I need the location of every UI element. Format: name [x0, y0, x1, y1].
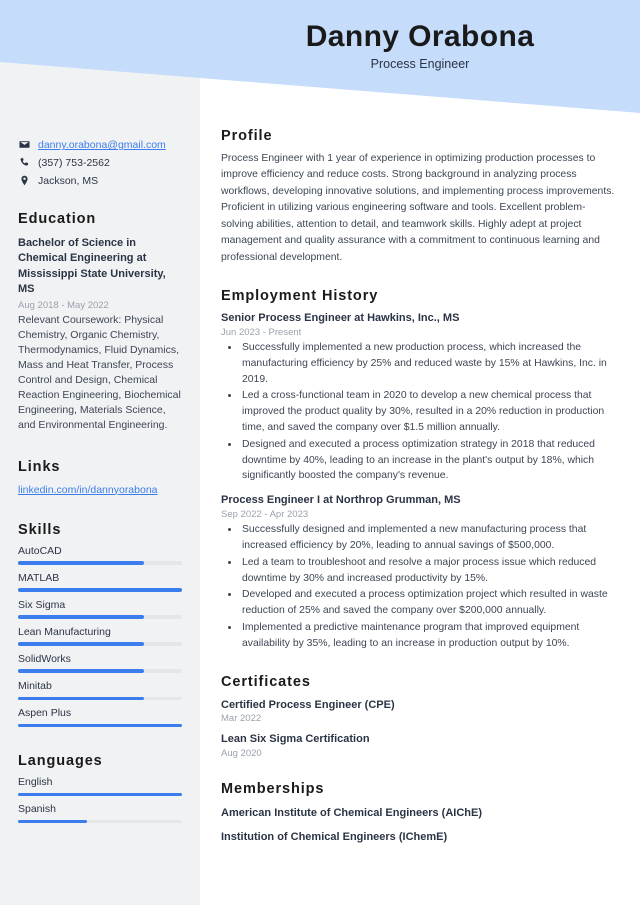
section-languages: Languages English Spanish — [18, 753, 182, 824]
language-level-fill — [18, 792, 182, 797]
skill-label: AutoCAD — [18, 544, 62, 557]
section-links: Links linkedin.com/in/dannyorabona — [18, 459, 182, 496]
membership-name: American Institute of Chemical Engineers… — [221, 807, 482, 820]
skill-level-fill — [18, 561, 145, 565]
certificate-name: Certified Process Engineer (CPE) — [221, 698, 395, 711]
employment-bullet: Implemented a predictive maintenance pro… — [240, 620, 616, 652]
certificate-entry: Certified Process Engineer (CPE) Mar 2022 — [221, 698, 616, 725]
skill-level-fill — [18, 696, 145, 701]
memberships-list: American Institute of Chemical Engineers… — [221, 806, 616, 845]
contact-phone-row: (357) 753-2562 — [18, 156, 182, 170]
section-certificates: Certificates Certified Process Engineer … — [221, 674, 616, 760]
language-level-bar — [18, 792, 182, 797]
sidebar: danny.orabona@gmail.com (357) 753-2562 J… — [0, 0, 200, 905]
skill-level-fill — [18, 669, 145, 673]
certificate-date: Mar 2022 — [221, 713, 262, 725]
employment-bullet: Designed and executed a process optimiza… — [240, 437, 616, 484]
skill-level-fill — [18, 642, 145, 646]
skill-label: SolidWorks — [18, 652, 71, 665]
skills-heading: Skills — [18, 521, 62, 538]
certificate-date: Aug 2020 — [221, 748, 262, 760]
links-heading: Links — [18, 458, 61, 475]
languages-heading: Languages — [18, 753, 103, 770]
contact-list: danny.orabona@gmail.com (357) 753-2562 J… — [18, 0, 182, 189]
employment-entry: Senior Process Engineer at Hawkins, Inc.… — [221, 311, 616, 484]
contact-phone-text: (357) 753-2562 — [38, 157, 110, 170]
employment-bullet: Successfully designed and implemented a … — [240, 522, 616, 554]
contact-email-link[interactable]: danny.orabona@gmail.com — [38, 138, 166, 152]
language-label: English — [18, 776, 53, 789]
certificate-entry: Lean Six Sigma Certification Aug 2020 — [221, 732, 616, 759]
employment-list: Senior Process Engineer at Hawkins, Inc.… — [221, 311, 616, 652]
employment-entry: Process Engineer I at Northrop Grumman, … — [221, 493, 616, 651]
skills-list: AutoCAD MATLAB Six Sigma Lean Manufacturing… — [18, 545, 182, 728]
employment-bullet: Led a team to troubleshoot and resolve a… — [240, 555, 616, 587]
employment-dates: Jun 2023 - Present — [221, 326, 302, 338]
contact-email-row: danny.orabona@gmail.com — [18, 138, 182, 152]
skill-level-bar — [18, 588, 182, 592]
employment-bullet-list: Successfully implemented a new productio… — [221, 340, 616, 484]
skill-level-fill — [18, 588, 182, 592]
skill-item: AutoCAD — [18, 545, 182, 565]
employment-dates: Sep 2022 - Apr 2023 — [221, 509, 309, 521]
skill-level-bar — [18, 561, 182, 565]
resume-page: Danny Orabona Process Engineer danny.ora… — [0, 0, 640, 905]
certificates-list: Certified Process Engineer (CPE) Mar 2022… — [221, 698, 616, 760]
employment-bullet: Developed and executed a process optimiz… — [240, 587, 616, 619]
language-level-bar — [18, 819, 182, 824]
skill-level-bar — [18, 669, 182, 673]
skill-level-bar — [18, 696, 182, 701]
skill-item: SolidWorks — [18, 653, 182, 673]
certificate-name: Lean Six Sigma Certification — [221, 733, 370, 746]
education-degree: Bachelor of Science in Chemical Engineer… — [18, 236, 166, 296]
language-item: Spanish — [18, 803, 182, 824]
membership-name: Institution of Chemical Engineers (IChem… — [221, 831, 448, 844]
skill-item: Aspen Plus — [18, 707, 182, 728]
skill-level-bar — [18, 642, 182, 646]
skill-label: Minitab — [18, 679, 52, 692]
employment-job-title: Process Engineer I at Northrop Grumman, … — [221, 494, 461, 507]
education-dates: Aug 2018 - May 2022 — [18, 299, 109, 311]
skill-label: Six Sigma — [18, 598, 66, 611]
employment-bullet: Led a cross-functional team in 2020 to d… — [240, 388, 616, 435]
phone-icon — [18, 156, 31, 168]
skill-level-fill — [18, 615, 145, 619]
skill-item: MATLAB — [18, 572, 182, 592]
skill-label: MATLAB — [18, 571, 60, 584]
link-item: linkedin.com/in/dannyorabona — [18, 484, 182, 496]
section-employment: Employment History Senior Process Engine… — [221, 288, 616, 652]
language-item: English — [18, 776, 182, 797]
employment-bullet-list: Successfully designed and implemented a … — [221, 522, 616, 652]
skill-item: Minitab — [18, 679, 182, 701]
language-label: Spanish — [18, 803, 56, 816]
contact-location-row: Jackson, MS — [18, 174, 182, 188]
education-heading: Education — [18, 210, 97, 227]
employment-job-title: Senior Process Engineer at Hawkins, Inc.… — [221, 312, 460, 325]
skill-label: Aspen Plus — [18, 707, 72, 720]
languages-list: English Spanish — [18, 776, 182, 824]
section-skills: Skills AutoCAD MATLAB Six Sigma Lean Manufa… — [18, 522, 182, 728]
skill-label: Lean Manufacturing — [18, 625, 111, 638]
skill-item: Six Sigma — [18, 599, 182, 619]
section-profile: Profile Process Engineer with 1 year of … — [221, 128, 616, 266]
profile-heading: Profile — [221, 128, 273, 144]
section-education: Education Bachelor of Science in Chemica… — [18, 211, 182, 433]
section-memberships: Memberships American Institute of Chemic… — [221, 781, 616, 845]
skill-level-fill — [18, 723, 182, 728]
skill-level-bar — [18, 615, 182, 619]
education-description: Relevant Coursework: Physical Chemistry,… — [18, 314, 181, 431]
employment-heading: Employment History — [221, 288, 379, 305]
employment-bullet: Successfully implemented a new productio… — [240, 340, 616, 387]
skill-item: Lean Manufacturing — [18, 626, 182, 646]
certificates-heading: Certificates — [221, 673, 311, 690]
profile-text: Process Engineer with 1 year of experien… — [221, 153, 615, 263]
main-content: Profile Process Engineer with 1 year of … — [200, 0, 640, 905]
envelope-icon — [18, 138, 31, 150]
map-pin-icon — [18, 174, 31, 186]
memberships-heading: Memberships — [221, 781, 325, 798]
skill-level-bar — [18, 723, 182, 728]
contact-location-text: Jackson, MS — [38, 175, 99, 188]
linkedin-link[interactable]: linkedin.com/in/dannyorabona — [18, 484, 158, 496]
language-level-fill — [18, 819, 87, 824]
